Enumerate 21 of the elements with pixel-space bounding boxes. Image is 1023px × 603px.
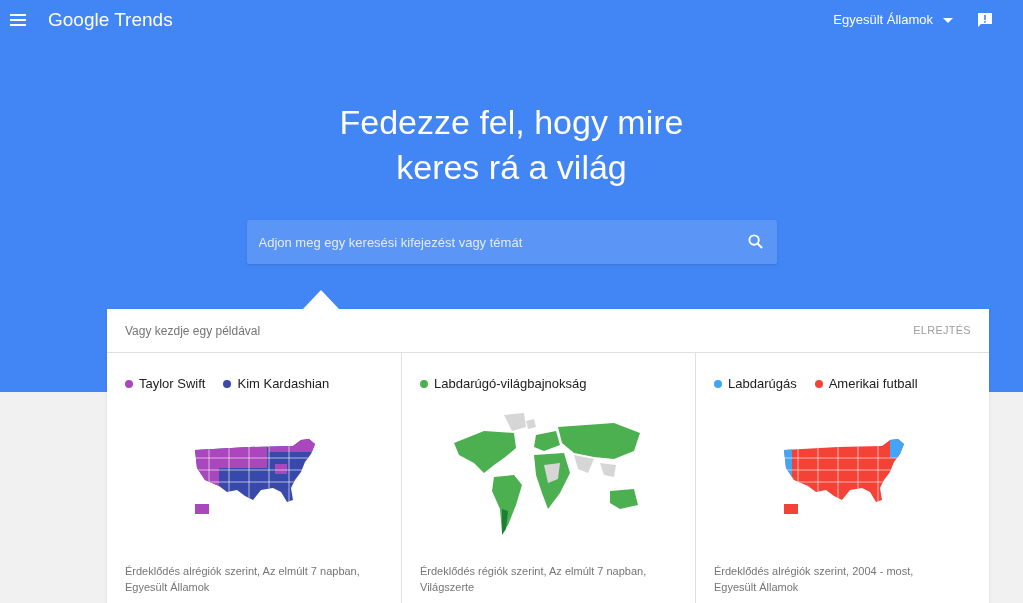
search-field[interactable]: Adjon meg egy keresési kifejezést vagy témát (246, 220, 777, 264)
legend-label: Labdarúgó-világbajnokság (434, 375, 587, 393)
examples-heading: Vagy kezdje egy példával (125, 322, 261, 340)
map-caption: Érdeklődés alrégiók szerint, Az elmúlt 7 napban, Egyesült Államok (125, 564, 361, 595)
logo[interactable]: Google Trends (48, 5, 173, 35)
legend-label: Labdarúgás (728, 375, 797, 393)
caret-icon (943, 17, 953, 23)
map-caption: Érdeklődés alrégiók szerint, 2004 - most, Egyesült Államok (714, 564, 915, 595)
search-icon[interactable] (747, 234, 763, 249)
map-caption: Érdeklődés régiók szerint, Az elmúlt 7 napban, Világszerte (420, 564, 648, 595)
feedback-icon[interactable] (977, 12, 993, 28)
legend-label: Amerikai futball (828, 375, 918, 393)
legend-label: Kim Kardashian (237, 375, 330, 393)
legend-label: Taylor Swift (139, 375, 206, 393)
hero-title: Fedezze fel, hogy mire (339, 102, 684, 143)
example-panel[interactable]: Taylor Swift Kim Kardashian Érdeklődés alrégiók szerint, Az elmúlt 7 napban, Egyesült Államok (107, 353, 401, 603)
menu-icon[interactable] (10, 14, 26, 26)
example-panel[interactable]: Labdarúgó-világbajnokság Érdeklődés régiók szerint, Az elmúlt 7 napban, Világszerte (401, 353, 695, 603)
example-panel[interactable]: Labdarúgás Amerikai futball Érdeklődés alrégiók szerint, 2004 - most, Egyesült Államok (695, 353, 989, 603)
hero-title: keres rá a világ (396, 147, 627, 188)
region-dropdown[interactable]: Egyesült Államok (833, 10, 953, 30)
